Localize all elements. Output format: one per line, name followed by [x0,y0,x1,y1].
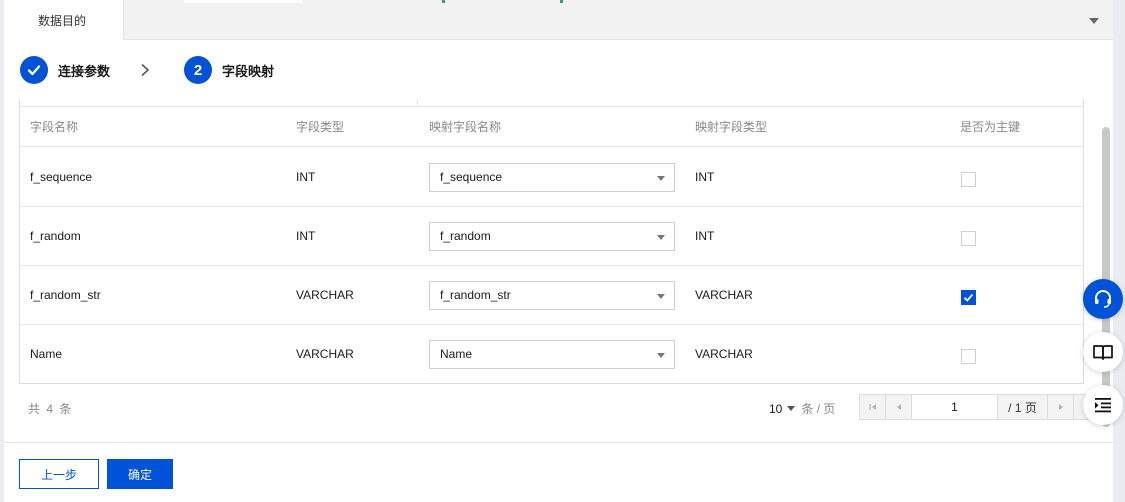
total-count: 共 4 条 [28,402,72,416]
table-row: f_sequence INT f_sequence INT [20,148,1083,207]
header-mapped-field-name: 映射字段名称 [429,120,502,134]
field-type: VARCHAR [296,347,354,361]
field-name: f_random_str [30,288,101,302]
primary-key-checkbox[interactable] [961,349,976,364]
chevron-down-icon [787,406,796,411]
pagination: 共 4 条 10 条 / 页 1 / 1 页 [4,390,1113,426]
tab-label: 数据目的 [38,13,87,28]
page-size-select[interactable]: 10 条 / 页 [769,400,835,417]
chevron-down-icon[interactable] [1089,18,1099,24]
primary-key-checkbox[interactable] [961,290,976,305]
step-2-label: 字段映射 [222,63,275,79]
chevron-down-icon [657,235,665,240]
page-size-unit: 条 / 页 [801,402,836,416]
mapped-field-select[interactable]: f_sequence [429,163,675,192]
menu-indent-icon [1095,398,1111,413]
mapped-field-select[interactable]: f_random_str [429,281,675,310]
scroll-thumb[interactable] [1102,127,1110,427]
outline-button[interactable] [1083,385,1123,425]
field-mapping-table: 字段名称 字段类型 映射字段名称 映射字段类型 是否为主键 f_sequence… [19,99,1084,384]
tab-decoration [184,0,302,3]
header-mapped-field-type: 映射字段类型 [695,120,768,134]
previous-step-button[interactable]: 上一步 [19,459,99,489]
chevron-down-icon [657,294,665,299]
table-top-strip [20,99,1083,107]
page-number-input[interactable]: 1 [912,395,998,419]
field-name: Name [30,347,63,361]
field-type: INT [296,229,316,243]
headset-icon [1095,290,1111,308]
table-row: Name VARCHAR Name VARCHAR [20,325,1083,383]
stepper: 连接参数 2 字段映射 [20,55,274,85]
mapped-field-select[interactable]: Name [429,340,675,369]
docs-button[interactable] [1083,332,1123,372]
header-field-type: 字段类型 [296,120,345,134]
primary-key-checkbox[interactable] [961,172,976,187]
caret-right-icon [1058,404,1063,410]
confirm-button[interactable]: 确定 [107,459,173,489]
book-icon [1093,345,1113,360]
primary-key-checkbox[interactable] [961,231,976,246]
check-icon [963,293,974,302]
first-page-button[interactable] [860,395,886,419]
mapped-field-type: VARCHAR [695,347,753,361]
mapped-field-type: INT [695,170,715,184]
page-total: / 1 页 [998,395,1048,419]
page-size-value: 10 [769,401,783,416]
field-type: VARCHAR [296,288,354,302]
tab-bar: 数据目的 [4,0,1113,40]
tab-decoration [560,0,563,3]
page-controls: 1 / 1 页 [859,394,1101,420]
tab-data-destination[interactable]: 数据目的 [4,0,124,40]
footer-divider [4,442,1113,443]
tab-decoration [442,0,445,3]
mapped-field-value: Name [440,347,473,361]
header-field-name: 字段名称 [30,120,79,134]
field-name: f_sequence [30,170,93,184]
prev-page-button[interactable] [886,395,912,419]
table-header: 字段名称 字段类型 映射字段名称 映射字段类型 是否为主键 [20,107,1083,147]
support-button[interactable] [1083,279,1123,319]
table-row: f_random INT f_random INT [20,207,1083,266]
header-primary-key: 是否为主键 [960,120,1021,134]
chevron-down-icon [657,353,665,358]
chevron-down-icon [657,176,665,181]
caret-left-icon [896,404,901,410]
next-page-button[interactable] [1048,395,1074,419]
mapped-field-type: INT [695,229,715,243]
column-divider [417,99,418,107]
step-1-label: 连接参数 [58,63,111,79]
field-name: f_random [30,229,81,243]
mapped-field-select[interactable]: f_random [429,222,675,251]
check-icon [20,56,48,84]
mapped-field-value: f_random_str [440,288,511,302]
table-row: f_random_str VARCHAR f_random_str VARCHA… [20,266,1083,325]
field-type: INT [296,170,316,184]
mapped-field-value: f_random [440,229,491,243]
step-2-number: 2 [184,56,213,84]
dialog-panel: 数据目的 连接参数 2 字段映射 字段名称 字段类型 映射字段名称 映射字段类型… [4,0,1113,502]
chevron-right-icon [140,63,150,77]
mapped-field-type: VARCHAR [695,288,753,302]
mapped-field-value: f_sequence [440,170,503,184]
first-page-icon [869,404,876,410]
